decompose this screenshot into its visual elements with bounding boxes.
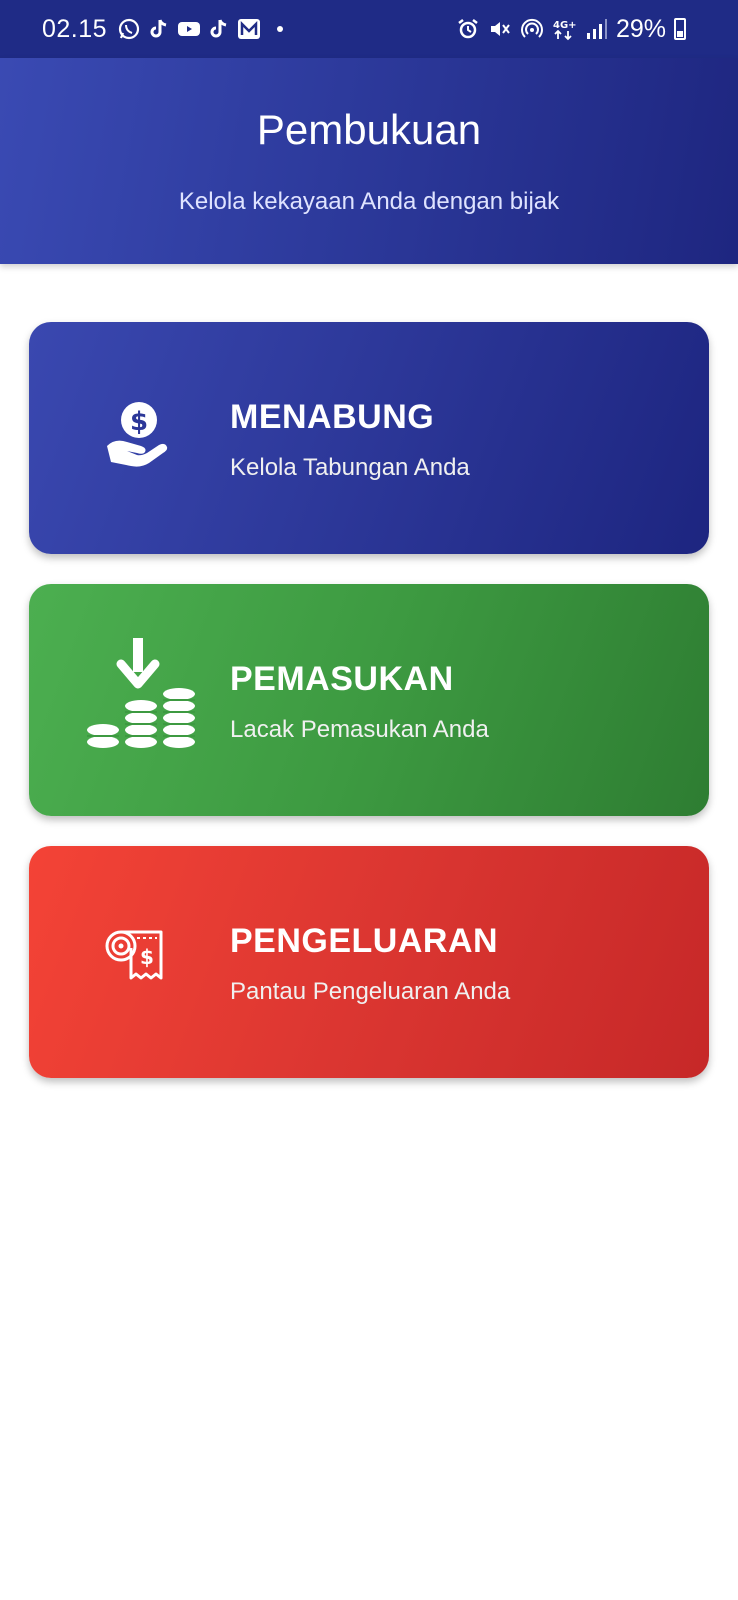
income-card-title: PEMASUKAN — [230, 660, 454, 698]
battery-icon — [674, 18, 686, 40]
m-app-icon — [237, 17, 261, 41]
alarm-icon — [456, 17, 480, 41]
expense-card[interactable]: $ PENGELUARAN Pantau Pengeluaran Anda — [29, 846, 709, 1078]
battery-percent: 29% — [615, 14, 666, 43]
youtube-icon — [177, 17, 201, 41]
svg-text:4G+: 4G+ — [553, 20, 576, 31]
page-subtitle: Kelola kekayaan Anda dengan bijak — [178, 188, 560, 215]
whatsapp-icon — [117, 17, 141, 41]
svg-text:$: $ — [140, 945, 154, 969]
expense-card-title: PENGELUARAN — [230, 922, 499, 960]
savings-hand-icon: $ — [69, 362, 209, 502]
mute-icon — [488, 17, 512, 41]
income-card[interactable]: PEMASUKAN Lacak Pemasukan Anda — [29, 584, 709, 816]
page-title: Pembukuan — [256, 106, 482, 153]
expense-receipt-icon: $ — [69, 886, 209, 1026]
income-card-subtitle: Lacak Pemasukan Anda — [230, 716, 489, 743]
savings-card-title: MENABUNG — [230, 398, 435, 436]
status-bar: 02.15 4G+ 29% — [0, 0, 738, 58]
tiktok-icon — [207, 17, 231, 41]
tiktok-icon — [147, 17, 171, 41]
status-time: 02.15 — [42, 14, 108, 43]
savings-card-subtitle: Kelola Tabungan Anda — [230, 454, 470, 481]
svg-text:$: $ — [130, 407, 148, 437]
status-right-group: 4G+ 29% — [456, 12, 686, 46]
status-left-group: 02.15 — [42, 12, 284, 46]
hotspot-icon — [520, 17, 544, 41]
savings-card[interactable]: $ MENABUNG Kelola Tabungan Anda — [29, 322, 709, 554]
income-coins-icon — [69, 624, 209, 764]
notification-dot — [277, 26, 284, 32]
app-header: Pembukuan Kelola kekayaan Anda dengan bi… — [0, 58, 738, 264]
network-4g-icon: 4G+ — [552, 17, 576, 41]
signal-icon — [584, 17, 608, 41]
expense-card-subtitle: Pantau Pengeluaran Anda — [230, 978, 511, 1005]
